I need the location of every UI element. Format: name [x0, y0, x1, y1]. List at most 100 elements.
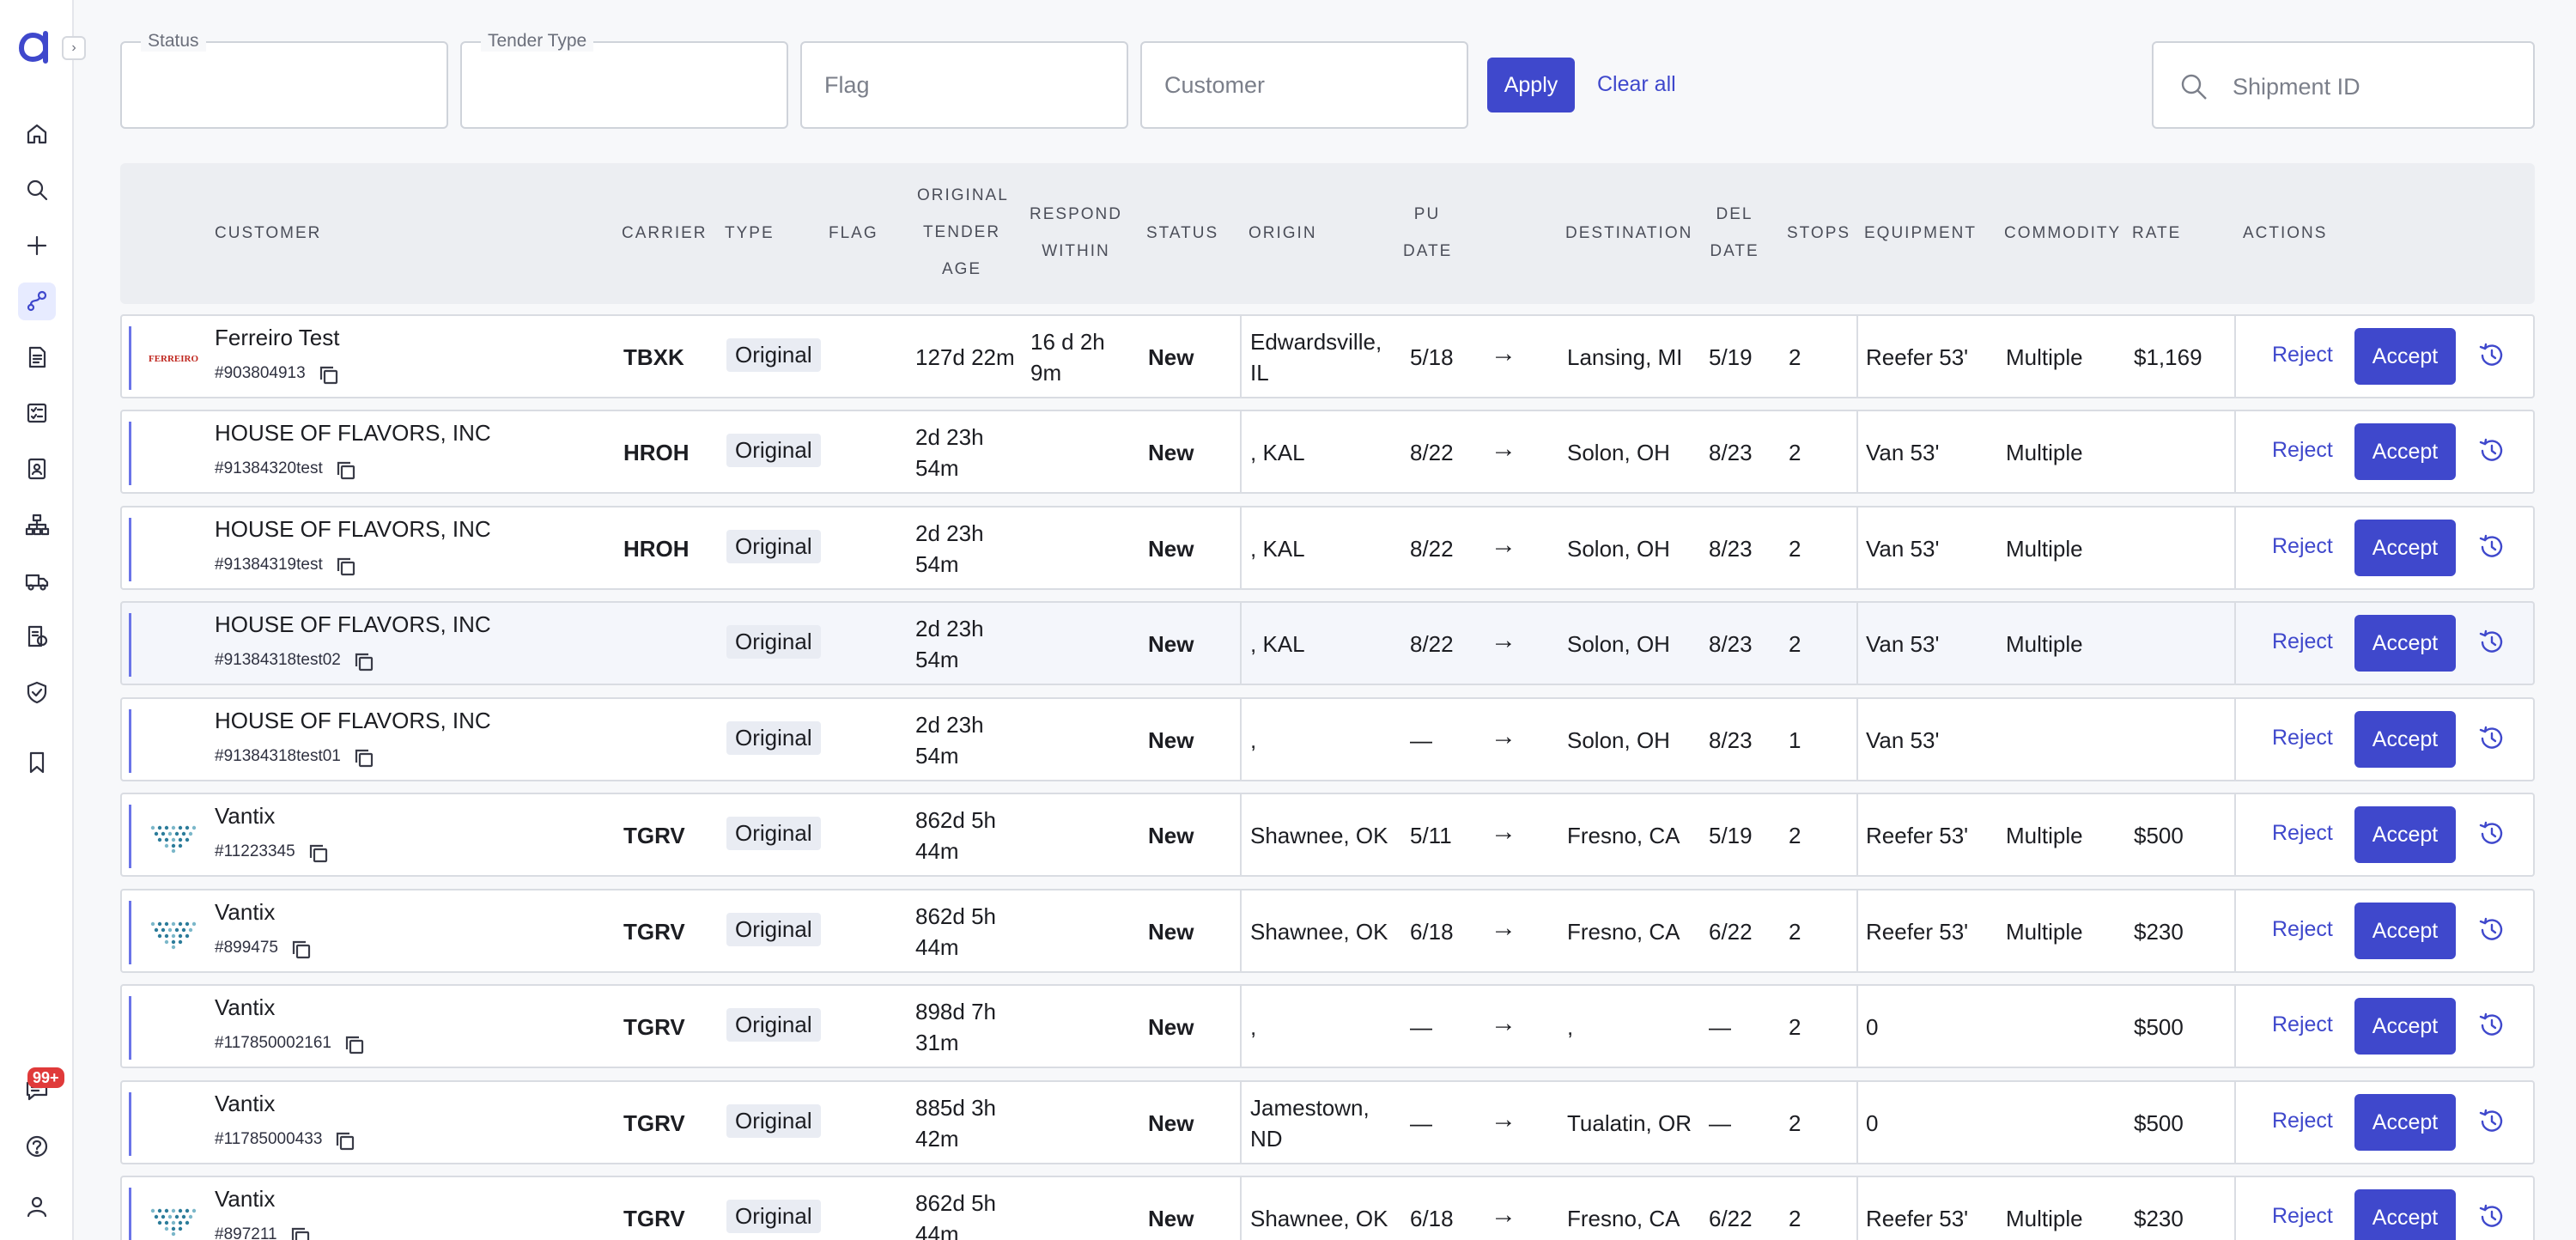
column-divider	[2234, 890, 2236, 973]
history-icon[interactable]	[2476, 340, 2507, 371]
search-icon[interactable]	[18, 171, 56, 209]
accept-button[interactable]: Accept	[2354, 998, 2456, 1055]
reject-button[interactable]: Reject	[2272, 438, 2333, 463]
copy-icon[interactable]	[307, 842, 330, 865]
reject-button[interactable]: Reject	[2272, 917, 2333, 942]
shield-icon[interactable]	[18, 673, 56, 711]
table-row[interactable]: FERREIRO Ferreiro Test #903804913 TBXK Origi…	[120, 314, 2535, 398]
history-icon[interactable]	[2476, 818, 2507, 849]
table-row[interactable]: Vantix #899475 TGRV Original 862d 5h 44m New Sh…	[120, 889, 2535, 973]
contacts-icon[interactable]	[18, 450, 56, 488]
status-filter[interactable]: Status	[120, 31, 448, 129]
routes-icon[interactable]	[18, 283, 56, 320]
reject-button[interactable]: Reject	[2272, 821, 2333, 846]
col-tender-age[interactable]: ORIGINAL TENDER AGE	[917, 177, 1007, 288]
history-icon[interactable]	[2476, 915, 2507, 945]
help-icon[interactable]	[18, 1128, 56, 1165]
accept-button[interactable]: Accept	[2354, 423, 2456, 480]
customer-name[interactable]: Vantix	[215, 994, 275, 1021]
history-icon[interactable]	[2476, 435, 2507, 466]
customer-name[interactable]: Vantix	[215, 1091, 275, 1117]
reject-button[interactable]: Reject	[2272, 343, 2333, 368]
tender-type-filter[interactable]: Tender Type	[460, 31, 788, 129]
app-logo[interactable]	[17, 26, 57, 65]
col-del-date[interactable]: DEL DATE	[1709, 196, 1760, 270]
history-icon[interactable]	[2476, 627, 2507, 658]
col-rate[interactable]: RATE	[2132, 215, 2181, 252]
col-status[interactable]: STATUS	[1146, 215, 1218, 252]
customer-name[interactable]: Ferreiro Test	[215, 325, 339, 351]
table-row[interactable]: Vantix #897211 TGRV Original 862d 5h 44m New Sh…	[120, 1176, 2535, 1240]
reject-button[interactable]: Reject	[2272, 726, 2333, 751]
history-icon[interactable]	[2476, 723, 2507, 754]
customer-name[interactable]: Vantix	[215, 1186, 275, 1213]
customer-name[interactable]: HOUSE OF FLAVORS, INC	[215, 420, 491, 447]
table-row[interactable]: HOUSE OF FLAVORS, INC #91384319test HROH Or…	[120, 506, 2535, 590]
customer-name[interactable]: Vantix	[215, 899, 275, 926]
accept-button[interactable]: Accept	[2354, 711, 2456, 768]
network-icon[interactable]	[18, 506, 56, 544]
col-pu-date[interactable]: PU DATE	[1403, 196, 1451, 270]
chevron-right-icon[interactable]: ›	[62, 36, 86, 60]
copy-icon[interactable]	[335, 556, 357, 578]
customer-name[interactable]: HOUSE OF FLAVORS, INC	[215, 516, 491, 543]
apply-button[interactable]: Apply	[1487, 58, 1575, 112]
copy-icon[interactable]	[318, 364, 340, 386]
document-icon[interactable]	[18, 338, 56, 376]
copy-icon[interactable]	[353, 651, 375, 673]
flag-filter[interactable]: Flag	[800, 41, 1128, 129]
plus-icon[interactable]	[18, 227, 56, 264]
reject-button[interactable]: Reject	[2272, 1012, 2333, 1037]
table-row[interactable]: Vantix #11223345 TGRV Original 862d 5h 44m New…	[120, 793, 2535, 877]
accept-button[interactable]: Accept	[2354, 903, 2456, 959]
copy-icon[interactable]	[290, 939, 313, 961]
list-icon[interactable]	[18, 394, 56, 432]
accept-button[interactable]: Accept	[2354, 1189, 2456, 1240]
col-stops[interactable]: STOPS	[1787, 215, 1850, 252]
reject-button[interactable]: Reject	[2272, 534, 2333, 559]
col-respond-within[interactable]: RESPOND WITHIN	[1029, 196, 1123, 270]
col-commodity[interactable]: COMMODITY	[2004, 215, 2121, 252]
col-customer[interactable]: CUSTOMER	[215, 215, 321, 252]
col-destination[interactable]: DESTINATION	[1565, 215, 1692, 252]
shipment-id-search[interactable]: Shipment ID	[2152, 41, 2535, 129]
copy-icon[interactable]	[335, 459, 357, 482]
accept-button[interactable]: Accept	[2354, 1094, 2456, 1151]
customer-name[interactable]: HOUSE OF FLAVORS, INC	[215, 611, 491, 638]
col-type[interactable]: TYPE	[725, 215, 775, 252]
home-icon[interactable]	[18, 115, 56, 153]
table-row[interactable]: Vantix #11785000433 TGRV Original 885d 3h 42m…	[120, 1080, 2535, 1164]
col-equipment[interactable]: EQUIPMENT	[1864, 215, 1977, 252]
history-icon[interactable]	[2476, 1106, 2507, 1137]
col-origin[interactable]: ORIGIN	[1249, 215, 1317, 252]
table-row[interactable]: HOUSE OF FLAVORS, INC #91384318test01 Orig…	[120, 697, 2535, 781]
col-flag[interactable]: FLAG	[829, 215, 878, 252]
copy-icon[interactable]	[334, 1130, 356, 1152]
customer-filter[interactable]: Customer	[1140, 41, 1468, 129]
reject-button[interactable]: Reject	[2272, 1204, 2333, 1229]
history-icon[interactable]	[2476, 1010, 2507, 1041]
accept-button[interactable]: Accept	[2354, 615, 2456, 672]
user-icon[interactable]	[18, 1188, 56, 1225]
reject-button[interactable]: Reject	[2272, 629, 2333, 654]
copy-icon[interactable]	[353, 747, 375, 769]
delivery-date: 6/22	[1709, 1206, 1753, 1231]
copy-icon[interactable]	[343, 1034, 366, 1056]
clear-all-link[interactable]: Clear all	[1597, 72, 1676, 97]
copy-icon[interactable]	[289, 1225, 312, 1240]
table-row[interactable]: Vantix #117850002161 TGRV Original 898d 7h 31…	[120, 984, 2535, 1068]
accept-button[interactable]: Accept	[2354, 328, 2456, 385]
bookmark-icon[interactable]	[18, 744, 56, 781]
history-icon[interactable]	[2476, 532, 2507, 562]
reject-button[interactable]: Reject	[2272, 1109, 2333, 1134]
accept-button[interactable]: Accept	[2354, 520, 2456, 576]
billing-icon[interactable]	[18, 617, 56, 655]
table-row[interactable]: HOUSE OF FLAVORS, INC #91384320test HROH Or…	[120, 410, 2535, 494]
customer-name[interactable]: Vantix	[215, 803, 275, 830]
customer-name[interactable]: HOUSE OF FLAVORS, INC	[215, 708, 491, 734]
history-icon[interactable]	[2476, 1201, 2507, 1232]
accept-button[interactable]: Accept	[2354, 806, 2456, 863]
table-row[interactable]: HOUSE OF FLAVORS, INC #91384318test02 Orig…	[120, 601, 2535, 685]
truck-icon[interactable]	[18, 562, 56, 599]
col-carrier[interactable]: CARRIER	[622, 215, 708, 252]
